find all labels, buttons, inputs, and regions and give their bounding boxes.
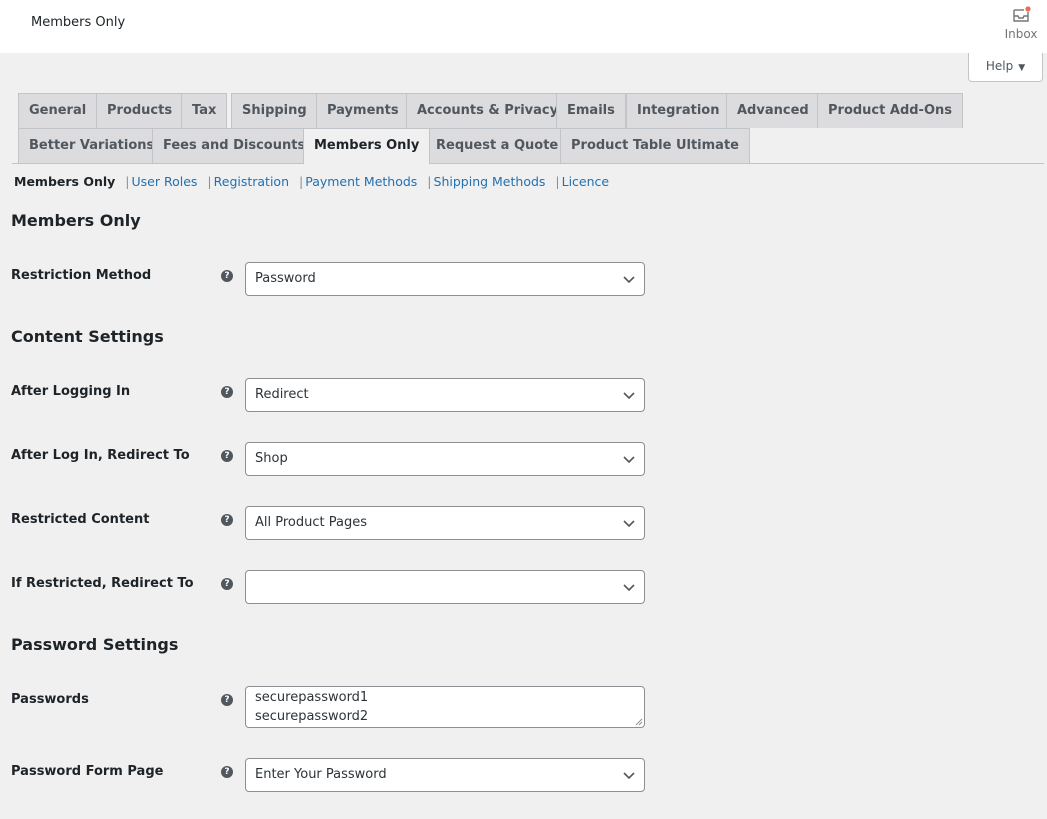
tab-product-add-ons[interactable]: Product Add-Ons — [817, 93, 963, 128]
restricted-content-value: All Product Pages — [255, 515, 367, 530]
subnav-licence[interactable]: Licence — [562, 174, 610, 189]
password-form-page-value: Enter Your Password — [255, 767, 387, 782]
if-restricted-redirect-label: If Restricted, Redirect To — [11, 576, 194, 591]
password-form-page-label: Password Form Page — [11, 764, 164, 779]
restricted-content-label: Restricted Content — [11, 512, 150, 527]
after-logging-in-label: After Logging In — [11, 384, 131, 399]
help-label: Help — [985, 59, 1014, 73]
help-tip-icon[interactable]: ? — [221, 578, 233, 590]
help-tip-icon[interactable]: ? — [221, 514, 233, 526]
tab-better-variations[interactable]: Better Variations — [18, 128, 166, 163]
inbox-button[interactable]: Inbox — [1001, 5, 1041, 49]
restricted-content-select[interactable]: All Product Pages — [245, 506, 645, 540]
subnav-user-roles[interactable]: User Roles — [132, 174, 198, 189]
inbox-icon — [1013, 6, 1031, 22]
tab-advanced[interactable]: Advanced — [726, 93, 820, 128]
tab-emails[interactable]: Emails — [556, 93, 626, 128]
section-title-password-settings: Password Settings — [11, 635, 179, 654]
tab-products[interactable]: Products — [96, 93, 184, 128]
notification-dot-icon — [1025, 6, 1031, 12]
help-tip-icon[interactable]: ? — [221, 450, 233, 462]
help-tip-icon[interactable]: ? — [221, 270, 233, 282]
password-line: securepassword1 — [255, 690, 369, 705]
chevron-down-icon — [623, 276, 635, 284]
tab-fees-and-discounts[interactable]: Fees and Discounts — [152, 128, 317, 163]
sub-navigation: Members Only | User Roles | Registration |… — [14, 174, 609, 189]
if-restricted-redirect-select[interactable] — [245, 570, 645, 604]
after-login-redirect-label: After Log In, Redirect To — [11, 448, 190, 463]
top-bar: Members Only Inbox — [0, 0, 1047, 53]
restriction-method-select[interactable]: Password — [245, 262, 645, 296]
settings-tabs: General Products Tax Shipping Payments A… — [12, 93, 1044, 164]
help-tip-icon[interactable]: ? — [221, 386, 233, 398]
section-title-members-only: Members Only — [11, 211, 141, 230]
tab-request-a-quote[interactable]: Request a Quote — [425, 128, 570, 163]
subnav-payment-methods[interactable]: Payment Methods — [305, 174, 417, 189]
restriction-method-value: Password — [255, 271, 316, 286]
subnav-current: Members Only — [14, 174, 116, 189]
tab-general[interactable]: General — [18, 93, 98, 128]
password-form-page-select[interactable]: Enter Your Password — [245, 758, 645, 792]
section-title-content-settings: Content Settings — [11, 327, 164, 346]
subnav-separator: | — [207, 174, 212, 189]
subnav-separator: | — [299, 174, 304, 189]
page-title: Members Only — [31, 15, 126, 30]
restriction-method-label: Restriction Method — [11, 268, 152, 283]
passwords-label: Passwords — [11, 692, 89, 707]
password-line: securepassword2 — [255, 709, 369, 724]
subnav-shipping-methods[interactable]: Shipping Methods — [434, 174, 546, 189]
chevron-down-icon — [623, 456, 635, 464]
chevron-down-icon — [623, 520, 635, 528]
subnav-separator: | — [555, 174, 560, 189]
subnav-registration[interactable]: Registration — [214, 174, 289, 189]
after-logging-in-value: Redirect — [255, 387, 309, 402]
tab-tax[interactable]: Tax — [181, 93, 228, 128]
caret-down-icon: ▼ — [1018, 63, 1026, 73]
after-login-redirect-value: Shop — [255, 451, 288, 466]
tab-shipping[interactable]: Shipping — [231, 93, 318, 128]
help-button[interactable]: Help ▼ — [968, 53, 1043, 82]
chevron-down-icon — [623, 392, 635, 400]
resize-grip-icon[interactable] — [635, 718, 643, 726]
tab-payments[interactable]: Payments — [316, 93, 410, 128]
chevron-down-icon — [623, 584, 635, 592]
subnav-separator: | — [427, 174, 432, 189]
tab-product-table-ultimate[interactable]: Product Table Ultimate — [560, 128, 750, 163]
help-tip-icon[interactable]: ? — [221, 766, 233, 778]
after-login-redirect-select[interactable]: Shop — [245, 442, 645, 476]
tab-accounts-privacy[interactable]: Accounts & Privacy — [406, 93, 570, 128]
tab-members-only[interactable]: Members Only — [303, 128, 431, 164]
subnav-separator: | — [125, 174, 130, 189]
tab-integration[interactable]: Integration — [626, 93, 731, 128]
after-logging-in-select[interactable]: Redirect — [245, 378, 645, 412]
inbox-label: Inbox — [1004, 27, 1038, 41]
help-tip-icon[interactable]: ? — [221, 694, 233, 706]
passwords-textarea[interactable]: securepassword1 securepassword2 — [245, 686, 645, 728]
chevron-down-icon — [623, 772, 635, 780]
